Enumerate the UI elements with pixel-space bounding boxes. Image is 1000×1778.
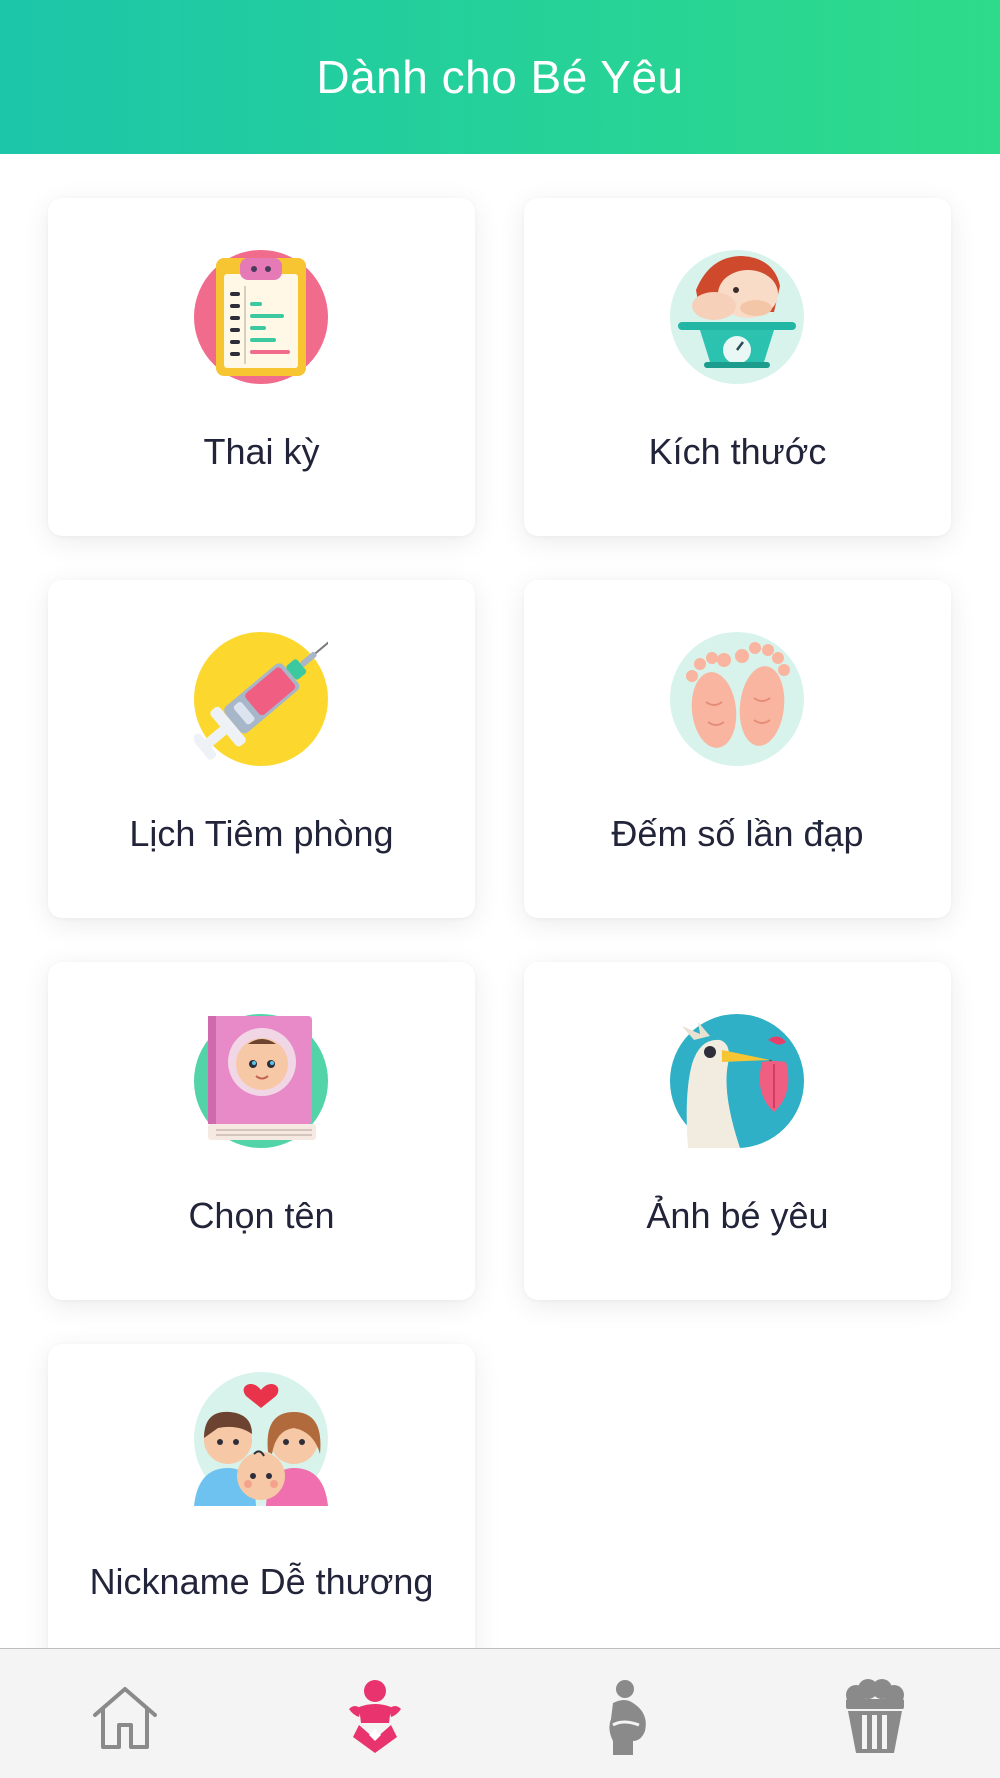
card-choose-name[interactable]: Chọn tên (48, 962, 475, 1300)
baby-name-book-icon (194, 1014, 328, 1148)
stork-icon (670, 1014, 804, 1148)
vaccine-syringe-icon (194, 632, 328, 766)
card-label: Kích thước (648, 431, 827, 472)
tab-baby[interactable] (335, 1677, 415, 1757)
card-baby-photos[interactable]: Ảnh bé yêu (524, 962, 951, 1300)
baby-icon (349, 1680, 401, 1753)
card-label: Đếm số lần đạp (611, 813, 864, 854)
card-cute-nickname[interactable]: Nickname Dễ thương (48, 1344, 475, 1648)
card-kick-counter[interactable]: Đếm số lần đạp (524, 580, 951, 918)
tab-home[interactable] (85, 1677, 165, 1757)
card-label: Thai kỳ (203, 431, 320, 472)
card-label: Nickname Dễ thương (89, 1561, 434, 1602)
popcorn-icon (846, 1679, 904, 1753)
card-pregnancy[interactable]: Thai kỳ (48, 198, 475, 536)
tab-pregnant-mother[interactable] (585, 1677, 665, 1757)
card-label: Lịch Tiêm phòng (129, 813, 394, 854)
pregnant-mother-icon (609, 1680, 646, 1755)
card-label: Ảnh bé yêu (646, 1195, 829, 1236)
family-heart-icon (194, 1372, 328, 1506)
baby-scale-icon (670, 250, 804, 384)
bottom-tab-bar (0, 1648, 1000, 1778)
tab-entertainment[interactable] (835, 1677, 915, 1757)
home-icon (93, 1687, 157, 1749)
page-title: Dành cho Bé Yêu (316, 51, 684, 103)
baby-feet-icon (670, 632, 804, 766)
feature-grid: Thai kỳ Kích thước Lịch Tiêm phòng Đếm s… (0, 154, 1000, 1648)
card-label: Chọn tên (188, 1195, 335, 1236)
card-vaccination[interactable]: Lịch Tiêm phòng (48, 580, 475, 918)
top-header: Dành cho Bé Yêu (0, 0, 1000, 154)
card-size[interactable]: Kích thước (524, 198, 951, 536)
app-screen: Dành cho Bé Yêu Thai kỳ Kích thước Lịch … (0, 0, 1000, 1778)
pregnancy-checklist-icon (194, 250, 328, 384)
